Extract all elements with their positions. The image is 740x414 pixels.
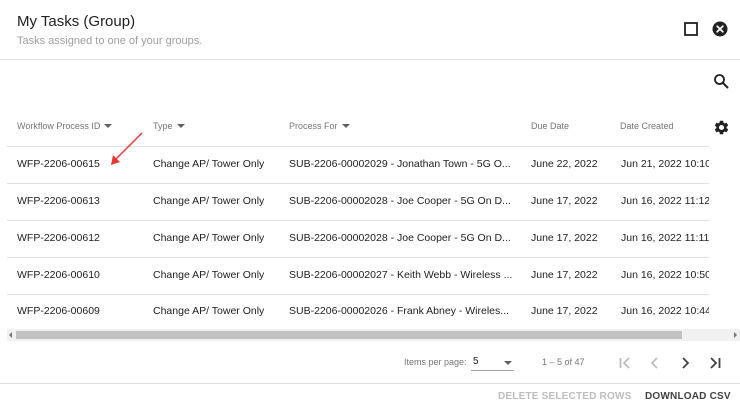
table-row[interactable]: WFP-2206-00610 Change AP/ Tower Only SUB…	[7, 258, 709, 295]
cell-workflow-id: WFP-2206-00610	[17, 269, 100, 281]
cell-due-date: June 17, 2022	[531, 195, 598, 207]
column-header-label: Due Date	[531, 121, 570, 131]
dialog-title: My Tasks (Group)	[17, 13, 136, 30]
cell-process-for: SUB-2206-00002029 - Jonathan Town - 5G O…	[289, 158, 511, 170]
cell-type: Change AP/ Tower Only	[153, 305, 265, 317]
cell-type: Change AP/ Tower Only	[153, 269, 265, 281]
cell-process-for: SUB-2206-00002027 - Keith Webb - Wireles…	[289, 269, 513, 281]
chevron-right-icon	[682, 357, 690, 369]
sort-caret-icon	[341, 124, 350, 128]
cell-workflow-id: WFP-2206-00609	[17, 305, 100, 317]
cell-process-for: SUB-2206-00002028 - Joe Cooper - 5G On D…	[289, 195, 511, 207]
table-row[interactable]: WFP-2206-00615 Change AP/ Tower Only SUB…	[7, 147, 709, 184]
cell-due-date: June 17, 2022	[531, 232, 598, 244]
table-row[interactable]: WFP-2206-00613 Change AP/ Tower Only SUB…	[7, 184, 709, 221]
cell-workflow-id: WFP-2206-00613	[17, 195, 100, 207]
first-page-button[interactable]	[614, 353, 636, 373]
column-header-label: Type	[153, 121, 173, 131]
column-header-date-created[interactable]: Date Created	[620, 121, 674, 131]
column-header-workflow-id[interactable]: Workflow Process ID	[17, 121, 113, 131]
page-size-select[interactable]: 5	[471, 353, 514, 371]
header-divider	[0, 59, 740, 60]
next-page-button[interactable]	[674, 353, 696, 373]
search-icon	[714, 74, 729, 89]
sort-caret-icon	[176, 124, 185, 128]
cell-date-created: Jun 16, 2022 11:12	[621, 195, 709, 207]
cell-type: Change AP/ Tower Only	[153, 232, 265, 244]
cell-workflow-id: WFP-2206-00615	[17, 158, 100, 170]
table-row[interactable]: WFP-2206-00609 Change AP/ Tower Only SUB…	[7, 294, 709, 327]
footer-divider	[0, 383, 740, 384]
table-row[interactable]: WFP-2206-00612 Change AP/ Tower Only SUB…	[7, 221, 709, 258]
square-outline-icon	[684, 22, 698, 36]
cell-type: Change AP/ Tower Only	[153, 158, 265, 170]
cell-date-created: Jun 16, 2022 10:44	[621, 305, 709, 317]
scroll-left-arrow-icon[interactable]	[9, 332, 12, 338]
cell-workflow-id: WFP-2206-00612	[17, 232, 100, 244]
delete-selected-rows-button[interactable]: DELETE SELECTED ROWS	[498, 391, 631, 402]
cell-due-date: June 22, 2022	[531, 158, 598, 170]
cell-due-date: June 17, 2022	[531, 305, 598, 317]
cell-date-created: Jun 21, 2022 10:10	[621, 158, 709, 170]
maximize-button[interactable]	[682, 20, 700, 38]
cell-process-for: SUB-2206-00002026 - Frank Abney - Wirele…	[289, 305, 510, 317]
last-page-icon	[710, 357, 721, 369]
column-header-label: Process For	[289, 121, 338, 131]
cell-type: Change AP/ Tower Only	[153, 195, 265, 207]
tasks-table: Workflow Process ID Type Process For Due…	[7, 108, 709, 327]
page-size-value: 5	[473, 356, 479, 367]
last-page-button[interactable]	[704, 353, 726, 373]
scrollbar-thumb[interactable]	[16, 331, 682, 339]
items-per-page-label: Items per page:	[404, 357, 467, 367]
cell-process-for: SUB-2206-00002028 - Joe Cooper - 5G On D…	[289, 232, 511, 244]
download-csv-button[interactable]: DOWNLOAD CSV	[645, 391, 731, 402]
column-header-due-date[interactable]: Due Date	[531, 121, 569, 131]
dropdown-caret-icon	[504, 361, 512, 365]
scroll-right-arrow-icon[interactable]	[734, 332, 737, 338]
previous-page-button[interactable]	[644, 353, 666, 373]
close-circle-icon	[712, 21, 728, 37]
sort-caret-icon	[104, 124, 113, 128]
search-button[interactable]	[711, 71, 731, 91]
horizontal-scrollbar[interactable]	[7, 329, 740, 341]
settings-button[interactable]	[711, 117, 731, 137]
column-header-label: Date Created	[620, 121, 674, 131]
dialog-subtitle: Tasks assigned to one of your groups.	[17, 35, 203, 47]
page-range-label: 1 – 5 of 47	[542, 357, 585, 367]
cell-date-created: Jun 16, 2022 10:50	[621, 269, 709, 281]
table-header-row: Workflow Process ID Type Process For Due…	[7, 108, 709, 147]
chevron-left-icon	[650, 357, 658, 369]
close-button[interactable]	[711, 20, 729, 38]
column-header-type[interactable]: Type	[153, 121, 185, 131]
column-header-process-for[interactable]: Process For	[289, 121, 350, 131]
cell-due-date: June 17, 2022	[531, 269, 598, 281]
first-page-icon	[619, 357, 630, 369]
column-header-label: Workflow Process ID	[17, 121, 101, 131]
gear-icon	[714, 120, 728, 134]
cell-date-created: Jun 16, 2022 11:11	[621, 232, 709, 244]
